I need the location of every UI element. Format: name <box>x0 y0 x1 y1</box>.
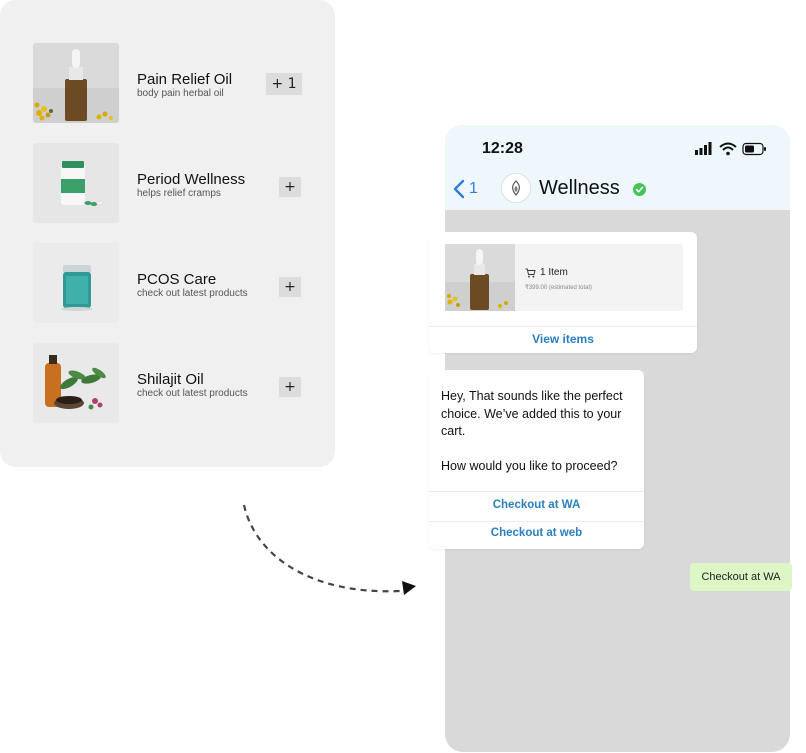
cream-jar-image <box>33 243 119 323</box>
cart-estimated-total: ₹399.00 (estimated total) <box>525 285 592 291</box>
view-items-button[interactable]: View items <box>429 332 697 346</box>
chat-header: 12:28 1 Wellness <box>445 125 790 210</box>
add-quantity-button[interactable]: + 1 <box>266 73 302 95</box>
product-image <box>33 243 119 323</box>
product-description: body pain herbal oil <box>137 88 224 99</box>
bot-message-card: Hey, That sounds like the perfect choice… <box>429 370 644 549</box>
product-name: Period Wellness <box>137 171 246 188</box>
product-image <box>33 143 119 223</box>
add-button[interactable]: + <box>279 277 301 297</box>
dropper-bottle-image <box>33 43 119 123</box>
status-time: 12:28 <box>482 140 523 157</box>
product-item: Pain Relief Oil body pain herbal oil + 1 <box>33 43 313 125</box>
divider <box>429 521 644 522</box>
divider <box>429 491 644 492</box>
dropper-bottle-image <box>445 244 515 311</box>
product-description: helps relief cramps <box>137 188 221 199</box>
supplement-jar-image <box>33 143 119 223</box>
product-description: check out latest products <box>137 388 248 399</box>
chat-title[interactable]: Wellness <box>539 177 620 200</box>
back-button[interactable]: 1 <box>453 178 493 200</box>
status-bar-icons <box>695 142 766 156</box>
cart-icon <box>525 268 536 277</box>
checkout-web-button[interactable]: Checkout at web <box>429 527 644 539</box>
signal-icon <box>695 142 712 155</box>
divider <box>429 326 697 327</box>
cart-message-card: 1 Item ₹399.00 (estimated total) View it… <box>429 232 697 353</box>
unread-count: 1 <box>469 180 478 197</box>
brand-logo-icon <box>512 180 520 196</box>
product-image <box>33 343 119 423</box>
product-description: check out latest products <box>137 288 248 299</box>
battery-icon <box>742 142 766 156</box>
cart-summary[interactable]: 1 Item ₹399.00 (estimated total) <box>445 244 683 311</box>
flow-arrow-icon <box>242 504 416 595</box>
cart-product-image <box>445 244 515 311</box>
product-item: PCOS Care check out latest products + <box>33 243 313 325</box>
add-button[interactable]: + <box>279 377 301 397</box>
verified-badge-icon <box>633 183 646 196</box>
wifi-icon <box>719 142 737 156</box>
add-button[interactable]: + <box>279 177 301 197</box>
cart-items-label: 1 Item <box>540 267 568 278</box>
product-name: Pain Relief Oil <box>137 71 233 88</box>
checkout-wa-button[interactable]: Checkout at WA <box>429 499 644 511</box>
product-name: Shilajit Oil <box>137 371 204 388</box>
product-image <box>33 43 119 123</box>
product-item: Period Wellness helps relief cramps + <box>33 143 313 225</box>
chevron-left-icon <box>453 179 465 199</box>
sent-message-bubble: Checkout at WA <box>690 563 792 591</box>
cart-item-count: 1 Item <box>525 267 568 278</box>
message-text: Hey, That sounds like the perfect choice… <box>441 389 623 473</box>
avatar[interactable] <box>501 173 531 203</box>
product-list-panel: Pain Relief Oil body pain herbal oil + 1… <box>0 0 335 467</box>
product-item: Shilajit Oil check out latest products + <box>33 343 313 425</box>
shilajit-oil-image <box>33 343 119 423</box>
product-name: PCOS Care <box>137 271 217 288</box>
